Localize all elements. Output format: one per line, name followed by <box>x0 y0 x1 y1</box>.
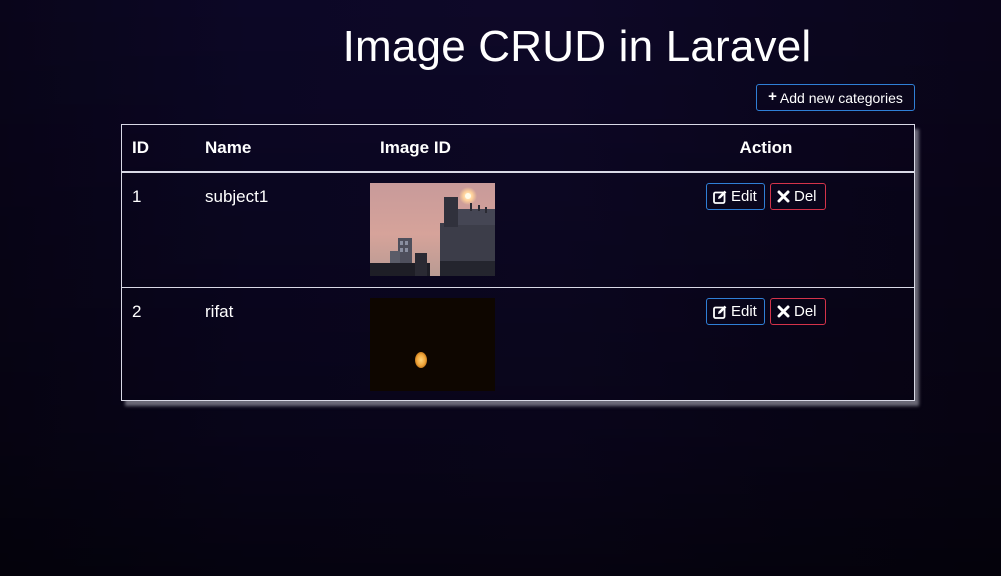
delete-button[interactable]: Del <box>770 183 826 210</box>
header-id: ID <box>122 125 195 173</box>
cell-action: Edit Del <box>618 172 914 288</box>
edit-label: Edit <box>731 303 757 320</box>
edit-button[interactable]: Edit <box>706 298 765 325</box>
close-icon <box>777 305 790 318</box>
add-category-button[interactable]: + Add new categories <box>756 84 915 111</box>
row-name: rifat <box>205 302 234 321</box>
header-action: Action <box>618 125 914 173</box>
add-category-label: Add new categories <box>779 89 903 106</box>
categories-table: ID Name Image ID Action 1 subject1 Edit … <box>121 124 915 401</box>
delete-button[interactable]: Del <box>770 298 826 325</box>
edit-icon <box>713 305 727 319</box>
delete-label: Del <box>794 188 817 205</box>
page-title: Image CRUD in Laravel <box>342 22 812 71</box>
edit-label: Edit <box>731 188 757 205</box>
cell-name: rifat <box>195 288 370 403</box>
cell-action: Edit Del <box>618 288 914 403</box>
header-image-id: Image ID <box>370 125 618 173</box>
plus-icon: + <box>768 88 777 105</box>
cell-name: subject1 <box>195 172 370 288</box>
table-header-row: ID Name Image ID Action <box>122 125 914 173</box>
edit-button[interactable]: Edit <box>706 183 765 210</box>
header-name: Name <box>195 125 370 173</box>
row-id: 2 <box>132 302 142 321</box>
cell-id: 2 <box>122 288 195 403</box>
table-row: 1 subject1 Edit Del <box>122 172 914 288</box>
table-row: 2 rifat Edit Del <box>122 288 914 403</box>
row-image-thumbnail <box>370 298 495 391</box>
cell-image <box>370 172 618 288</box>
cell-image <box>370 288 618 403</box>
delete-label: Del <box>794 303 817 320</box>
row-id: 1 <box>132 187 142 206</box>
row-image-thumbnail <box>370 183 495 276</box>
close-icon <box>777 190 790 203</box>
edit-icon <box>713 190 727 204</box>
cell-id: 1 <box>122 172 195 288</box>
row-name: subject1 <box>205 187 269 206</box>
